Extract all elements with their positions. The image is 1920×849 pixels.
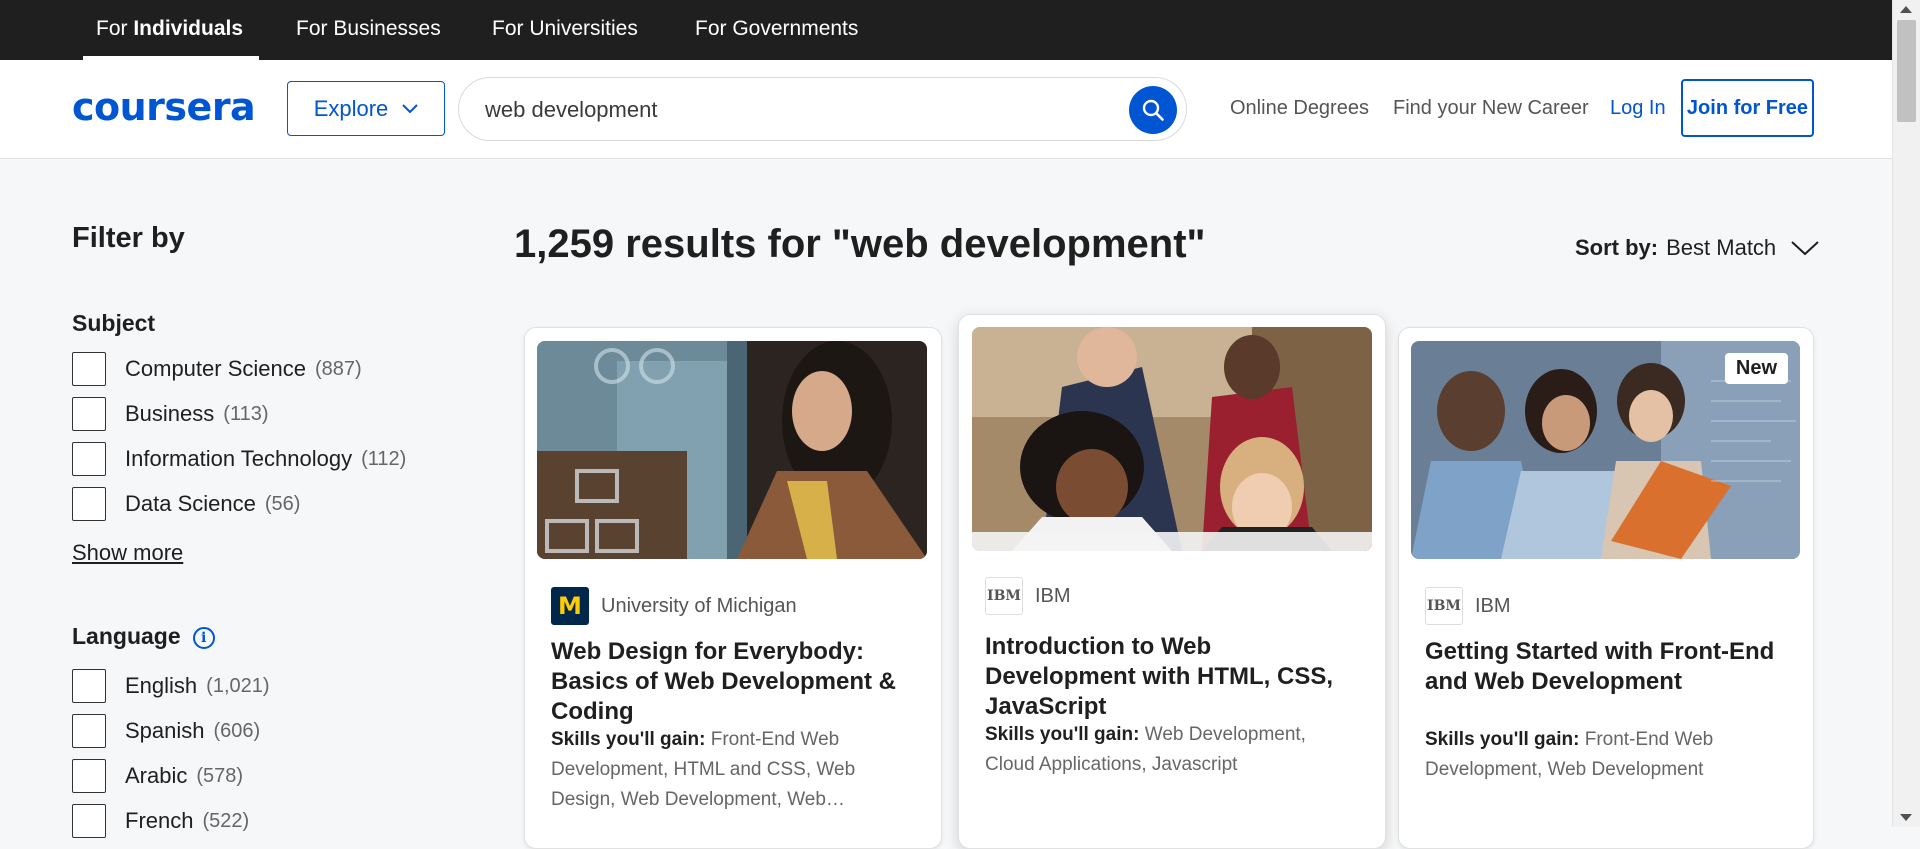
search-input[interactable] [483, 92, 1087, 128]
filter-label: Information Technology [125, 446, 353, 471]
filter-count: (1,021) [206, 674, 270, 697]
site-header: coursera Explore Online Degrees Find you… [0, 60, 1920, 159]
find-new-career-link[interactable]: Find your New Career [1393, 97, 1589, 120]
filter-option-english[interactable]: English (1,021) [72, 668, 270, 704]
log-in-link[interactable]: Log In [1610, 97, 1666, 120]
course-photo [537, 341, 927, 559]
filter-option-spanish[interactable]: Spanish (606) [72, 713, 260, 749]
course-skills: Skills you'll gain: Front-End Web Develo… [551, 725, 881, 815]
partner-info: M University of Michigan [551, 587, 797, 625]
show-more-link[interactable]: Show more [72, 540, 183, 566]
checkbox[interactable] [72, 487, 106, 521]
tab-for-businesses[interactable]: For Businesses [296, 0, 441, 60]
scroll-up-arrow-icon[interactable] [1900, 6, 1912, 13]
sort-dropdown[interactable]: Sort by: Best Match [1575, 235, 1820, 261]
tab-prefix: For [96, 17, 134, 40]
course-card[interactable]: New IBM IBM Getting Started with Front-E… [1398, 327, 1814, 849]
tab-for-governments[interactable]: For Governments [695, 0, 858, 60]
filter-option-french[interactable]: French (522) [72, 803, 249, 839]
course-photo [972, 327, 1372, 551]
scrollbar-thumb[interactable] [1897, 20, 1916, 122]
course-skills: Skills you'll gain: Web Development, Clo… [985, 720, 1335, 780]
filter-label: French [125, 808, 194, 833]
course-card[interactable]: M University of Michigan Web Design for … [524, 327, 942, 849]
scroll-down-arrow-icon[interactable] [1900, 814, 1912, 821]
skills-label: Skills you'll gain: [551, 729, 706, 750]
checkbox[interactable] [72, 442, 106, 476]
checkbox[interactable] [72, 804, 106, 838]
filter-option-computer-science[interactable]: Computer Science (887) [72, 351, 362, 387]
filter-count: (522) [202, 809, 250, 832]
ibm-logo: IBM [985, 577, 1023, 615]
explore-button[interactable]: Explore [287, 81, 445, 136]
course-card[interactable]: IBM IBM Introduction to Web Development … [958, 314, 1386, 849]
filter-label: Arabic [125, 763, 188, 788]
coursera-logo[interactable]: coursera [72, 85, 256, 129]
checkbox[interactable] [72, 397, 106, 431]
page-scrollbar[interactable] [1892, 0, 1920, 827]
filter-label: Business [125, 401, 215, 426]
filter-heading: Filter by [72, 222, 185, 254]
search-bar [458, 77, 1187, 141]
filter-count: (606) [213, 719, 261, 742]
filter-count: (887) [314, 357, 362, 380]
filter-count: (112) [361, 447, 407, 470]
language-heading-label: Language [72, 623, 181, 649]
checkbox[interactable] [72, 714, 106, 748]
course-title[interactable]: Web Design for Everybody: Basics of Web … [551, 637, 921, 727]
filter-option-business[interactable]: Business (113) [72, 396, 269, 432]
tab-for-individuals[interactable]: For Individuals [83, 0, 259, 60]
sort-value: Best Match [1666, 235, 1777, 260]
info-icon[interactable]: i [192, 626, 215, 649]
search-icon [1142, 99, 1164, 121]
search-button[interactable] [1129, 86, 1177, 134]
subject-heading: Subject [72, 310, 156, 336]
filter-option-data-science[interactable]: Data Science (56) [72, 486, 300, 522]
tab-bold-label: Individuals [133, 17, 244, 40]
filter-label: Spanish [125, 718, 205, 743]
filter-count: (113) [223, 402, 269, 425]
course-title[interactable]: Getting Started with Front-End and Web D… [1425, 637, 1795, 697]
results-heading: 1,259 results for "web development" [514, 222, 1206, 266]
chevron-down-icon [1791, 241, 1819, 256]
chevron-down-icon [402, 103, 419, 113]
partner-info: IBM IBM [985, 577, 1071, 615]
checkbox[interactable] [72, 352, 106, 386]
course-image: New [1411, 341, 1800, 559]
tab-for-universities[interactable]: For Universities [492, 0, 638, 60]
language-heading: Language i [72, 623, 215, 650]
filter-option-information-technology[interactable]: Information Technology (112) [72, 441, 406, 477]
online-degrees-link[interactable]: Online Degrees [1230, 97, 1369, 120]
university-of-michigan-logo: M [551, 587, 589, 625]
filter-count: (578) [196, 764, 244, 787]
join-for-free-button[interactable]: Join for Free [1681, 79, 1814, 137]
audience-nav: For Individuals For Businesses For Unive… [0, 0, 1920, 60]
filter-label: Computer Science [125, 356, 306, 381]
checkbox[interactable] [72, 759, 106, 793]
explore-label: Explore [313, 95, 389, 121]
course-skills: Skills you'll gain: Front-End Web Develo… [1425, 725, 1755, 785]
course-title[interactable]: Introduction to Web Development with HTM… [985, 632, 1365, 722]
partner-name: IBM [1035, 584, 1071, 607]
partner-name: University of Michigan [601, 594, 797, 617]
course-image [972, 327, 1372, 551]
ibm-logo: IBM [1425, 587, 1463, 625]
filter-option-arabic[interactable]: Arabic (578) [72, 758, 243, 794]
filter-label: English [125, 673, 198, 698]
new-badge: New [1724, 353, 1788, 384]
skills-label: Skills you'll gain: [985, 724, 1140, 745]
course-image [537, 341, 927, 559]
filter-label: Data Science [125, 491, 256, 516]
partner-info: IBM IBM [1425, 587, 1511, 625]
checkbox[interactable] [72, 669, 106, 703]
filter-count: (56) [264, 492, 301, 515]
skills-label: Skills you'll gain: [1425, 729, 1580, 750]
partner-name: IBM [1475, 594, 1511, 617]
sort-label: Sort by: [1575, 235, 1659, 260]
